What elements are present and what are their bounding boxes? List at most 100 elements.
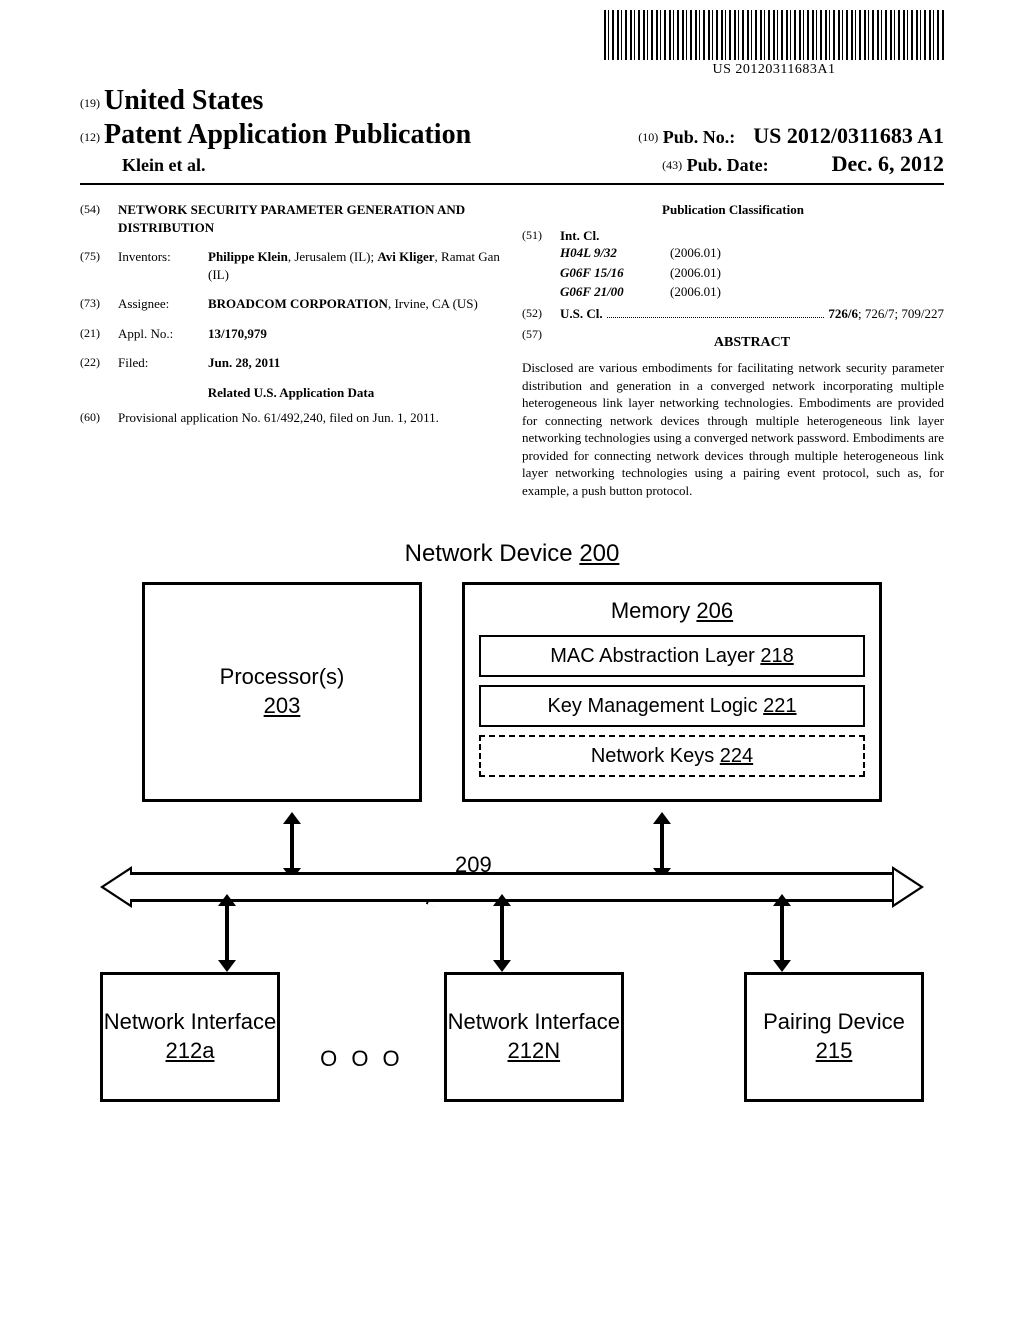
network-keys-box: Network Keys 224: [479, 735, 865, 777]
right-column: Publication Classification (51) Int. Cl.…: [522, 201, 944, 500]
fig-title-ref: 200: [579, 540, 619, 567]
assignee-label: Assignee:: [118, 295, 208, 313]
divider: [80, 183, 944, 185]
pd-label: Pairing Device: [763, 1008, 905, 1037]
ni-a-ref: 212a: [166, 1037, 215, 1066]
arrow-up-2: [660, 822, 664, 870]
arrow-down-1: [225, 904, 229, 962]
header: (19) United States (12) Patent Applicati…: [80, 85, 944, 177]
code-57: (57): [522, 326, 560, 359]
code-19: (19): [80, 96, 100, 110]
processor-box: Processor(s) 203: [142, 582, 422, 802]
uscl-label: U.S. Cl.: [560, 305, 603, 323]
figure: Network Device 200 Processor(s) 203 Memo…: [80, 540, 944, 1102]
pub-class-title: Publication Classification: [522, 201, 944, 219]
code-51: (51): [522, 227, 560, 303]
barcode-icon: [604, 10, 944, 60]
field-51: (51) Int. Cl. H04L 9/32(2006.01) G06F 15…: [522, 227, 944, 303]
patent-page: US 20120311683A1 (19) United States (12)…: [0, 0, 1024, 1320]
provisional-text: Provisional application No. 61/492,240, …: [118, 409, 502, 427]
network-interface-n-box: Network Interface 212N: [444, 972, 624, 1102]
arrow-down-2: [500, 904, 504, 962]
uscl-bold: 726/6: [828, 306, 858, 321]
field-57: (57) ABSTRACT: [522, 326, 944, 359]
ni-n-ref: 212N: [507, 1037, 560, 1066]
uscl-row: U.S. Cl. 726/6; 726/7; 709/227: [560, 305, 944, 323]
pub-no-label: Pub. No.:: [663, 127, 736, 147]
key-mgmt-box: Key Management Logic 221: [479, 685, 865, 727]
figure-row-2: Network Interface 212a O O O Network Int…: [80, 972, 944, 1102]
intcl-row-1: G06F 15/16(2006.01): [560, 264, 944, 282]
filed-value: Jun. 28, 2011: [208, 355, 280, 370]
author-line: Klein et al.: [122, 155, 206, 176]
memory-box: Memory 206 MAC Abstraction Layer 218 Key…: [462, 582, 882, 802]
processor-label: Processor(s): [220, 663, 345, 692]
pub-no-line: (10) Pub. No.: US 2012/0311683 A1: [638, 123, 944, 149]
intcl-year-1: (2006.01): [670, 264, 721, 282]
intcl-row-2: G06F 21/00(2006.01): [560, 283, 944, 301]
assignee-loc: , Irvine, CA (US): [388, 296, 478, 311]
code-60: (60): [80, 409, 118, 427]
nk-label: Network Keys: [591, 745, 720, 767]
ellipsis-icon: O O O: [320, 1046, 404, 1102]
mac-label: MAC Abstraction Layer: [550, 645, 760, 667]
intcl-code-1: G06F 15/16: [560, 264, 670, 282]
biblio-columns: (54) NETWORK SECURITY PARAMETER GENERATI…: [80, 201, 944, 500]
figure-row-1: Processor(s) 203 Memory 206 MAC Abstract…: [80, 582, 944, 802]
abstract-text: Disclosed are various embodiments for fa…: [522, 359, 944, 499]
inventor-1: Philippe Klein: [208, 249, 288, 264]
pd-ref: 215: [816, 1037, 853, 1066]
nk-ref: 224: [720, 745, 753, 767]
applno-label: Appl. No.:: [118, 325, 208, 343]
assignee-value: BROADCOM CORPORATION, Irvine, CA (US): [208, 295, 502, 313]
ni-n-label1: Network Interface: [448, 1008, 620, 1037]
bus-area: 209: [80, 822, 944, 942]
field-73: (73) Assignee: BROADCOM CORPORATION, Irv…: [80, 295, 502, 313]
code-54: (54): [80, 201, 118, 236]
bus-arrow-right-icon: [892, 866, 924, 908]
abstract-title: ABSTRACT: [560, 334, 944, 353]
kml-ref: 221: [763, 695, 796, 717]
mac-ref: 218: [760, 645, 793, 667]
pub-date-line: (43) Pub. Date: Dec. 6, 2012: [662, 151, 944, 177]
related-data-title: Related U.S. Application Data: [80, 384, 502, 402]
mem-ref: 206: [696, 598, 733, 623]
code-12: (12): [80, 130, 100, 144]
arrow-down-3: [780, 904, 784, 962]
figure-title: Network Device 200: [80, 540, 944, 568]
mem-label: Memory: [611, 598, 697, 623]
code-73: (73): [80, 295, 118, 313]
inv1-loc: , Jerusalem (IL);: [288, 249, 378, 264]
bus-arrow-left-icon: [100, 866, 132, 908]
pub-date-label: Pub. Date:: [687, 155, 769, 175]
pub-no: US 2012/0311683 A1: [753, 123, 944, 148]
doc-type: Patent Application Publication: [104, 119, 471, 150]
mac-layer-box: MAC Abstraction Layer 218: [479, 635, 865, 677]
memory-title: Memory 206: [479, 597, 865, 626]
field-75: (75) Inventors: Philippe Klein, Jerusale…: [80, 248, 502, 283]
pairing-device-box: Pairing Device 215: [744, 972, 924, 1102]
arrow-up-1: [290, 822, 294, 870]
barcode-number: US 20120311683A1: [604, 62, 944, 78]
intcl-year-0: (2006.01): [670, 244, 721, 262]
code-75: (75): [80, 248, 118, 283]
barcode-area: US 20120311683A1: [604, 10, 944, 78]
filed-label: Filed:: [118, 354, 208, 372]
code-43: (43): [662, 158, 682, 172]
fig-title-text: Network Device: [405, 540, 580, 567]
field-52: (52) U.S. Cl. 726/6; 726/7; 709/227: [522, 305, 944, 323]
dots-leader: [607, 316, 825, 318]
field-22: (22) Filed: Jun. 28, 2011: [80, 354, 502, 372]
invention-title: NETWORK SECURITY PARAMETER GENERATION AN…: [118, 201, 502, 236]
intcl-label: Int. Cl.: [560, 228, 599, 243]
uscl-value: 726/6; 726/7; 709/227: [828, 305, 944, 323]
code-10: (10): [638, 130, 658, 144]
pub-date: Dec. 6, 2012: [832, 151, 944, 176]
assignee-name: BROADCOM CORPORATION: [208, 296, 388, 311]
intcl-code-0: H04L 9/32: [560, 244, 670, 262]
code-21: (21): [80, 325, 118, 343]
left-column: (54) NETWORK SECURITY PARAMETER GENERATI…: [80, 201, 502, 500]
code-52: (52): [522, 305, 560, 323]
inventors-value: Philippe Klein, Jerusalem (IL); Avi Klig…: [208, 248, 502, 283]
ni-a-label1: Network Interface: [104, 1008, 276, 1037]
